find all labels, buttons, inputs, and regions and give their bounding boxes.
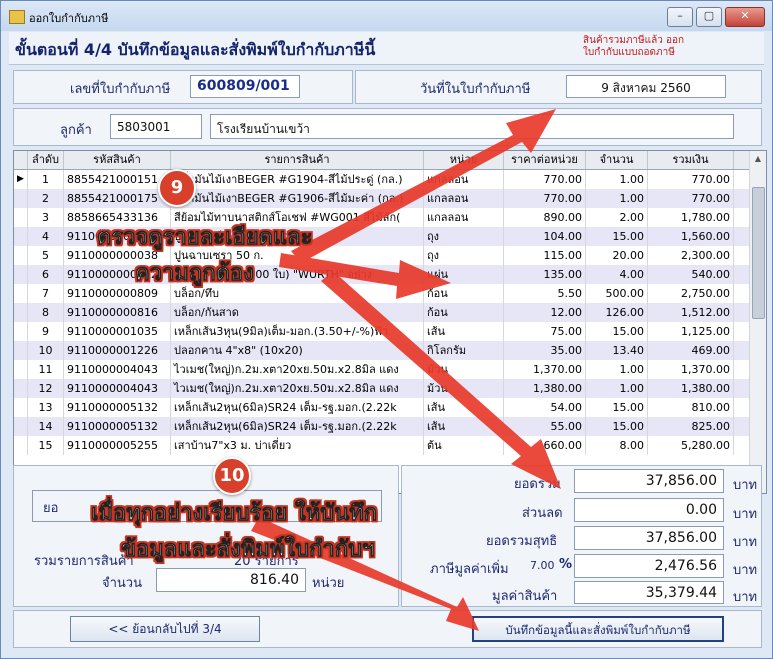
step10-text-line1: เมื่อทุกอย่างเรียบร้อย ให้บันทึก [91, 501, 378, 527]
step9-text-line1: ตรวจดูรายละเอียดและ [97, 225, 313, 251]
step10-badge: 10 [213, 457, 251, 495]
step10-text-line2: ข้อมูลและสั่งพิมพ์ใบกำกับฯ [121, 537, 375, 563]
arrow-to-date-icon [291, 109, 556, 263]
invoice-window: ออกใบกำกับภาษี – ▢ ✕ ขั้นตอนที่ 4/4 บันท… [0, 0, 773, 659]
step9-text-line2: ความถูกต้อง [135, 261, 254, 287]
step9-badge: 9 [158, 169, 196, 207]
arrow-to-totals-icon [321, 271, 561, 489]
annotation-arrows [251, 109, 561, 631]
arrow-to-grid-icon [279, 253, 451, 299]
